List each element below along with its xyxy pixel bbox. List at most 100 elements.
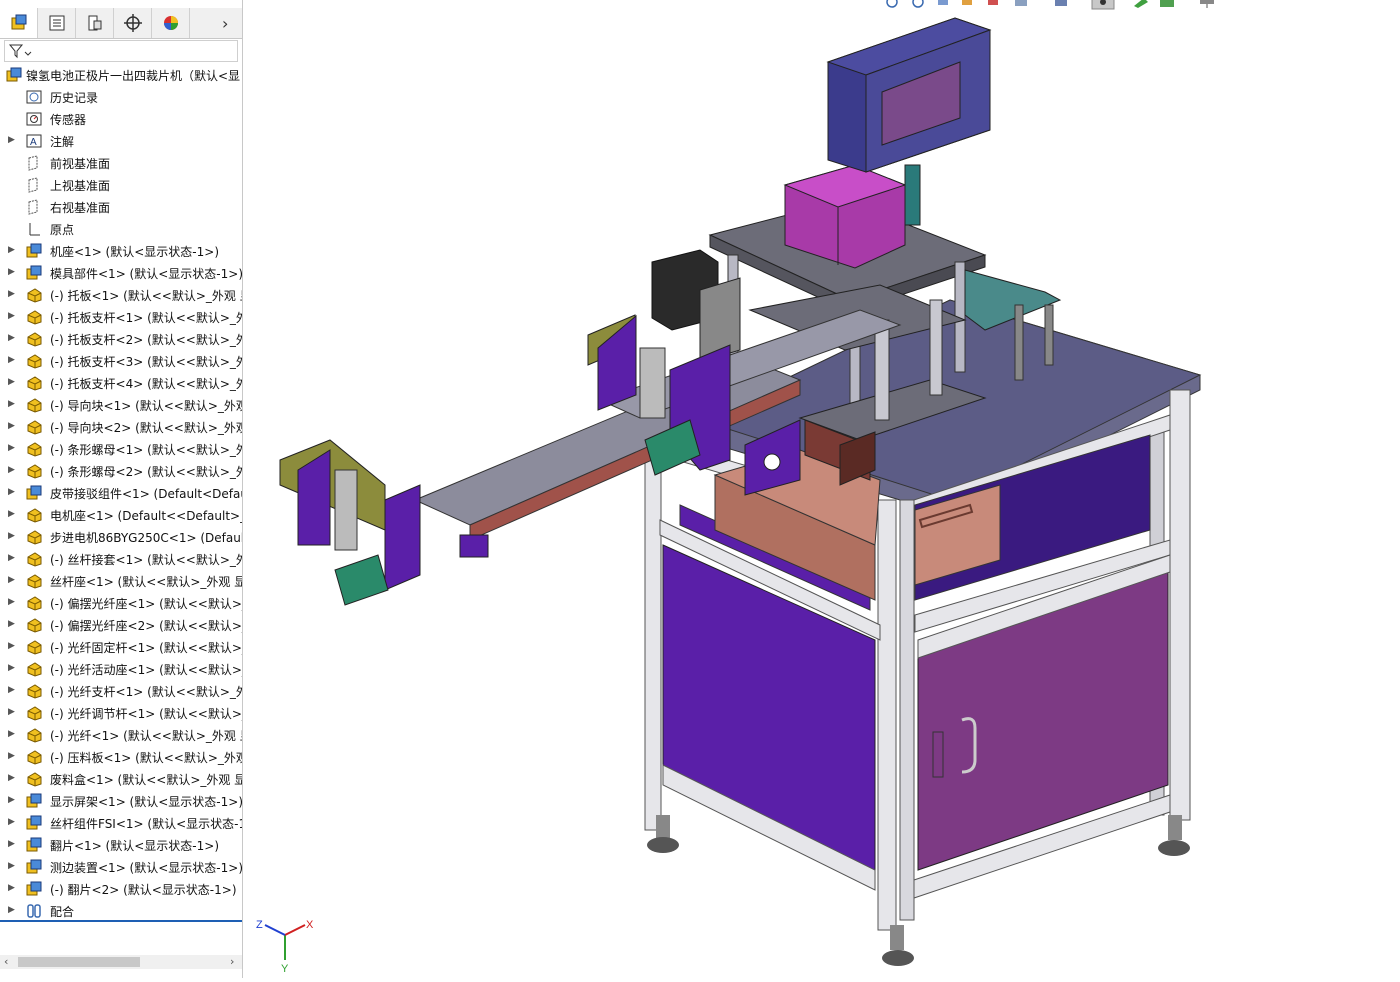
tree-item[interactable]: ▶ (-) 偏摆光纤座<2> (默认<<默认>_	[0, 614, 242, 636]
tree-item[interactable]: ▶ 模具部件<1> (默认<显示状态-1>)	[0, 262, 242, 284]
tree-item[interactable]: ▶ 废料盒<1> (默认<<默认>_外观 显:	[0, 768, 242, 790]
expand-arrow-icon[interactable]: ▶	[8, 487, 15, 497]
dynamic-annotation-icon[interactable]	[988, 0, 998, 5]
machine-assembly[interactable]	[279, 17, 1202, 966]
expand-arrow-icon[interactable]: ▶	[8, 685, 15, 695]
expand-arrow-icon[interactable]: ▶	[8, 773, 15, 783]
expand-arrow-icon[interactable]: ▶	[8, 421, 15, 431]
part-icon	[27, 574, 42, 589]
expand-arrow-icon[interactable]: ▶	[8, 883, 15, 893]
tree-root-assembly[interactable]: 镍氢电池正极片一出四裁片机（默认<显	[0, 64, 242, 86]
tab-display-manager[interactable]	[152, 8, 190, 38]
tree-item[interactable]: ▶ 丝杆座<1> (默认<<默认>_外观 显:	[0, 570, 242, 592]
expand-arrow-icon[interactable]: ▶	[8, 839, 15, 849]
tree-item[interactable]: ▶ 丝杆组件FSI<1> (默认<显示状态-1	[0, 812, 242, 834]
tree-item[interactable]: ▶ (-) 条形螺母<2> (默认<<默认>_外	[0, 460, 242, 482]
apply-scene-icon[interactable]	[1160, 0, 1174, 7]
expand-arrow-icon[interactable]: ▶	[8, 355, 15, 365]
expand-arrow-icon[interactable]: ▶	[8, 663, 15, 673]
tree-item[interactable]: 右视基准面	[0, 196, 242, 218]
tree-item[interactable]: ▶ (-) 光纤调节杆<1> (默认<<默认>_	[0, 702, 242, 724]
tree-filter-input[interactable]	[4, 40, 238, 62]
scrollbar-thumb[interactable]	[18, 957, 140, 967]
tab-dimxpert-manager[interactable]	[114, 8, 152, 38]
flipper-unit-1[interactable]	[279, 439, 489, 606]
tree-item[interactable]: ▶ (-) 光纤固定杆<1> (默认<<默认>_	[0, 636, 242, 658]
previous-view-icon[interactable]	[938, 0, 948, 5]
tree-item[interactable]: ▶ (-) 压料板<1> (默认<<默认>_外观	[0, 746, 242, 768]
tree-item[interactable]: ▶ 步进电机86BYG250C<1> (Default	[0, 526, 242, 548]
expand-arrow-icon[interactable]: ▶	[8, 245, 15, 255]
tree-item[interactable]: ▶ 配合	[0, 900, 242, 922]
heads-up-toolbar[interactable]	[886, 0, 1214, 10]
feature-manager-icon	[11, 14, 26, 30]
tree-item[interactable]: ▶ (-) 托板支杆<3> (默认<<默认>_外	[0, 350, 242, 372]
tree-item[interactable]: 原点	[0, 218, 242, 240]
tab-property-manager[interactable]	[38, 8, 76, 38]
section-view-icon[interactable]	[962, 0, 972, 5]
expand-arrow-icon[interactable]: ▶	[8, 509, 15, 519]
tree-item[interactable]: ▶ (-) 条形螺母<1> (默认<<默认>_外	[0, 438, 242, 460]
tree-item[interactable]: ▶ (-) 托板支杆<4> (默认<<默认>_外	[0, 372, 242, 394]
expand-arrow-icon[interactable]: ▶	[8, 443, 15, 453]
tree-item[interactable]: ▶ 机座<1> (默认<显示状态-1>)	[0, 240, 242, 262]
expand-arrow-icon[interactable]: ▶	[8, 399, 15, 409]
tab-feature-manager[interactable]	[0, 8, 38, 38]
tree-item[interactable]: ▶ 测边装置<1> (默认<显示状态-1>)	[0, 856, 242, 878]
expand-arrow-icon[interactable]: ▶	[8, 311, 15, 321]
tree-item[interactable]: ▶ (-) 导向块<2> (默认<<默认>_外观	[0, 416, 242, 438]
tree-item[interactable]: 传感器	[0, 108, 242, 130]
tab-configuration-manager[interactable]	[76, 8, 114, 38]
expand-arrow-icon[interactable]: ▶	[8, 597, 15, 607]
expand-arrow-icon[interactable]: ▶	[8, 289, 15, 299]
expand-arrow-icon[interactable]: ▶	[8, 619, 15, 629]
tree-item[interactable]: 上视基准面	[0, 174, 242, 196]
view-settings-icon[interactable]	[1200, 0, 1214, 8]
zoom-to-fit-icon[interactable]	[886, 0, 898, 8]
tree-item[interactable]: ▶ 显示屏架<1> (默认<显示状态-1>)	[0, 790, 242, 812]
tree-item[interactable]: ▶ 翻片<1> (默认<显示状态-1>)	[0, 834, 242, 856]
tree-item[interactable]: ▶ (-) 丝杆接套<1> (默认<<默认>_外	[0, 548, 242, 570]
tree-item[interactable]: ▶ (-) 光纤支杆<1> (默认<<默认>_外	[0, 680, 242, 702]
expand-arrow-icon[interactable]: ▶	[8, 575, 15, 585]
expand-arrow-icon[interactable]: ▶	[8, 377, 15, 387]
expand-arrow-icon[interactable]: ▶	[8, 905, 15, 915]
tree-item[interactable]: ▶ (-) 光纤<1> (默认<<默认>_外观 显	[0, 724, 242, 746]
expand-arrow-icon[interactable]: ▶	[8, 641, 15, 651]
graphics-area[interactable]: Z X Y	[243, 0, 1400, 978]
expand-arrow-icon[interactable]: ▶	[8, 751, 15, 761]
tree-item[interactable]: ▶ (-) 导向块<1> (默认<<默认>_外观	[0, 394, 242, 416]
expand-arrow-icon[interactable]: ▶	[8, 817, 15, 827]
display-style-icon[interactable]	[1055, 0, 1067, 6]
tree-item[interactable]: 历史记录	[0, 86, 242, 108]
tree-item[interactable]: ▶ (-) 托板支杆<1> (默认<<默认>_外	[0, 306, 242, 328]
model-view[interactable]: Z X Y	[243, 0, 1400, 978]
hide-show-icon[interactable]	[1091, 0, 1115, 10]
expand-arrow-icon[interactable]: ▶	[8, 465, 15, 475]
expand-arrow-icon[interactable]: ▶	[8, 333, 15, 343]
expand-arrow-icon[interactable]: ▶	[8, 553, 15, 563]
expand-arrow-icon[interactable]: ▶	[8, 729, 15, 739]
tree-item[interactable]: ▶ 电机座<1> (Default<<Default>_外	[0, 504, 242, 526]
expand-arrow-icon[interactable]: ▶	[8, 707, 15, 717]
tree-item[interactable]: ▶ (-) 偏摆光纤座<1> (默认<<默认>_	[0, 592, 242, 614]
expand-arrow-icon[interactable]: ▶	[8, 135, 15, 145]
scroll-right-icon[interactable]: ›	[230, 955, 234, 968]
tree-item[interactable]: ▶ A 注解	[0, 130, 242, 152]
expand-arrow-icon[interactable]: ▶	[8, 861, 15, 871]
expand-arrow-icon[interactable]: ▶	[8, 531, 15, 541]
expand-arrow-icon[interactable]: ▶	[8, 795, 15, 805]
chevron-right-icon[interactable]: ›	[222, 14, 228, 33]
zoom-area-icon[interactable]	[912, 0, 924, 8]
edit-appearance-icon[interactable]	[1134, 0, 1148, 8]
tree-item[interactable]: ▶ (-) 翻片<2> (默认<显示状态-1>)	[0, 878, 242, 900]
scroll-left-icon[interactable]: ‹	[4, 955, 8, 968]
horizontal-scrollbar[interactable]: ‹ ›	[0, 955, 242, 969]
expand-arrow-icon[interactable]: ▶	[8, 267, 15, 277]
view-orientation-icon[interactable]	[1015, 0, 1027, 6]
tree-item[interactable]: ▶ 皮带接驳组件<1> (Default<Defau	[0, 482, 242, 504]
tree-item[interactable]: ▶ (-) 光纤活动座<1> (默认<<默认>_	[0, 658, 242, 680]
tree-item[interactable]: ▶ (-) 托板<1> (默认<<默认>_外观 显	[0, 284, 242, 306]
tree-item[interactable]: ▶ (-) 托板支杆<2> (默认<<默认>_外	[0, 328, 242, 350]
tree-item[interactable]: 前视基准面	[0, 152, 242, 174]
